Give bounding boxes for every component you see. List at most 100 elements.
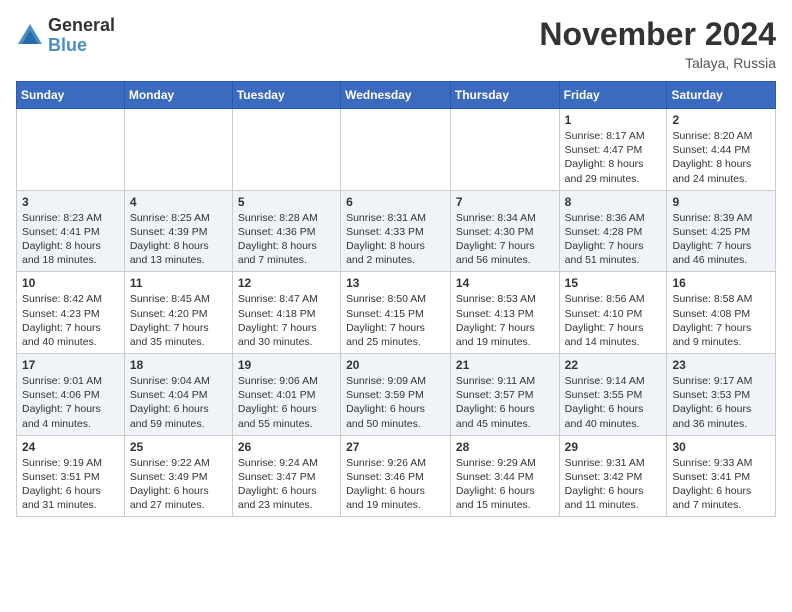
calendar-cell: 10 Sunrise: 8:42 AMSunset: 4:23 PMDayligh… bbox=[17, 272, 125, 354]
calendar-cell bbox=[124, 109, 232, 191]
calendar-cell: 22 Sunrise: 9:14 AMSunset: 3:55 PMDayligh… bbox=[559, 354, 667, 436]
calendar-row: 17 Sunrise: 9:01 AMSunset: 4:06 PMDayligh… bbox=[17, 354, 776, 436]
day-number: 27 bbox=[346, 440, 445, 454]
title-area: November 2024 Talaya, Russia bbox=[539, 16, 776, 71]
calendar-cell: 15Sunrise: 8:56 AMSunset: 4:10 PMDayligh… bbox=[559, 272, 667, 354]
day-number: 9 bbox=[672, 195, 770, 209]
day-info: Sunrise: 8:53 AMSunset: 4:13 PMDaylight:… bbox=[456, 292, 554, 349]
day-info: Sunrise: 9:33 AMSunset: 3:41 PMDaylight:… bbox=[672, 456, 770, 513]
calendar-cell: 5 Sunrise: 8:28 AMSunset: 4:36 PMDaylight… bbox=[232, 190, 340, 272]
day-info: Sunrise: 9:26 AMSunset: 3:46 PMDaylight:… bbox=[346, 456, 445, 513]
day-number: 18 bbox=[130, 358, 227, 372]
calendar-cell: 26 Sunrise: 9:24 AMSunset: 3:47 PMDayligh… bbox=[232, 435, 340, 517]
calendar-row: 24 Sunrise: 9:19 AMSunset: 3:51 PMDayligh… bbox=[17, 435, 776, 517]
calendar-cell bbox=[232, 109, 340, 191]
calendar-cell: 9 Sunrise: 8:39 AMSunset: 4:25 PMDaylight… bbox=[667, 190, 776, 272]
calendar-cell: 28Sunrise: 9:29 AMSunset: 3:44 PMDayligh… bbox=[450, 435, 559, 517]
day-number: 7 bbox=[456, 195, 554, 209]
day-number: 26 bbox=[238, 440, 335, 454]
calendar-cell: 7Sunrise: 8:34 AMSunset: 4:30 PMDaylight… bbox=[450, 190, 559, 272]
day-number: 24 bbox=[22, 440, 119, 454]
day-info: Sunrise: 8:17 AMSunset: 4:47 PMDaylight:… bbox=[565, 129, 662, 186]
day-info: Sunrise: 9:19 AMSunset: 3:51 PMDaylight:… bbox=[22, 456, 119, 513]
calendar-cell: 14 Sunrise: 8:53 AMSunset: 4:13 PMDayligh… bbox=[450, 272, 559, 354]
day-number: 1 bbox=[565, 113, 662, 127]
day-info: Sunrise: 8:25 AMSunset: 4:39 PMDaylight:… bbox=[130, 211, 227, 268]
calendar-cell: 29Sunrise: 9:31 AMSunset: 3:42 PMDayligh… bbox=[559, 435, 667, 517]
day-info: Sunrise: 8:45 AMSunset: 4:20 PMDaylight:… bbox=[130, 292, 227, 349]
day-info: Sunrise: 8:47 AMSunset: 4:18 PMDaylight:… bbox=[238, 292, 335, 349]
calendar-cell: 17 Sunrise: 9:01 AMSunset: 4:06 PMDayligh… bbox=[17, 354, 125, 436]
day-number: 22 bbox=[565, 358, 662, 372]
day-number: 30 bbox=[672, 440, 770, 454]
day-number: 17 bbox=[22, 358, 119, 372]
calendar-row: 3 Sunrise: 8:23 AMSunset: 4:41 PMDaylight… bbox=[17, 190, 776, 272]
calendar-cell: 13 Sunrise: 8:50 AMSunset: 4:15 PMDayligh… bbox=[341, 272, 451, 354]
calendar-cell: 16 Sunrise: 8:58 AMSunset: 4:08 PMDayligh… bbox=[667, 272, 776, 354]
day-info: Sunrise: 9:01 AMSunset: 4:06 PMDaylight:… bbox=[22, 374, 119, 431]
calendar-cell: 8Sunrise: 8:36 AMSunset: 4:28 PMDaylight… bbox=[559, 190, 667, 272]
day-number: 10 bbox=[22, 276, 119, 290]
day-number: 15 bbox=[565, 276, 662, 290]
logo-icon bbox=[16, 22, 44, 50]
day-info: Sunrise: 8:50 AMSunset: 4:15 PMDaylight:… bbox=[346, 292, 445, 349]
day-info: Sunrise: 9:31 AMSunset: 3:42 PMDaylight:… bbox=[565, 456, 662, 513]
calendar-cell: 19 Sunrise: 9:06 AMSunset: 4:01 PMDayligh… bbox=[232, 354, 340, 436]
calendar-row: 1 Sunrise: 8:17 AMSunset: 4:47 PMDaylight… bbox=[17, 109, 776, 191]
day-number: 2 bbox=[672, 113, 770, 127]
day-number: 13 bbox=[346, 276, 445, 290]
calendar-row: 10 Sunrise: 8:42 AMSunset: 4:23 PMDayligh… bbox=[17, 272, 776, 354]
month-title: November 2024 bbox=[539, 16, 776, 53]
day-number: 3 bbox=[22, 195, 119, 209]
day-number: 28 bbox=[456, 440, 554, 454]
header-friday: Friday bbox=[559, 82, 667, 109]
calendar-cell bbox=[450, 109, 559, 191]
day-number: 11 bbox=[130, 276, 227, 290]
day-info: Sunrise: 8:58 AMSunset: 4:08 PMDaylight:… bbox=[672, 292, 770, 349]
calendar-cell: 24 Sunrise: 9:19 AMSunset: 3:51 PMDayligh… bbox=[17, 435, 125, 517]
day-info: Sunrise: 9:24 AMSunset: 3:47 PMDaylight:… bbox=[238, 456, 335, 513]
day-info: Sunrise: 8:28 AMSunset: 4:36 PMDaylight:… bbox=[238, 211, 335, 268]
day-info: Sunrise: 9:17 AMSunset: 3:53 PMDaylight:… bbox=[672, 374, 770, 431]
day-info: Sunrise: 8:23 AMSunset: 4:41 PMDaylight:… bbox=[22, 211, 119, 268]
day-number: 16 bbox=[672, 276, 770, 290]
header-thursday: Thursday bbox=[450, 82, 559, 109]
header-tuesday: Tuesday bbox=[232, 82, 340, 109]
day-number: 5 bbox=[238, 195, 335, 209]
day-info: Sunrise: 8:20 AMSunset: 4:44 PMDaylight:… bbox=[672, 129, 770, 186]
calendar-cell bbox=[341, 109, 451, 191]
calendar-cell: 11 Sunrise: 8:45 AMSunset: 4:20 PMDayligh… bbox=[124, 272, 232, 354]
calendar-cell bbox=[17, 109, 125, 191]
header: General Blue November 2024 Talaya, Russi… bbox=[16, 16, 776, 71]
logo-blue-label: Blue bbox=[48, 36, 115, 56]
logo-general-label: General bbox=[48, 16, 115, 36]
calendar-cell: 30 Sunrise: 9:33 AMSunset: 3:41 PMDayligh… bbox=[667, 435, 776, 517]
calendar-cell: 21Sunrise: 9:11 AMSunset: 3:57 PMDayligh… bbox=[450, 354, 559, 436]
day-number: 19 bbox=[238, 358, 335, 372]
calendar-table: Sunday Monday Tuesday Wednesday Thursday… bbox=[16, 81, 776, 517]
day-number: 6 bbox=[346, 195, 445, 209]
day-info: Sunrise: 9:14 AMSunset: 3:55 PMDaylight:… bbox=[565, 374, 662, 431]
day-number: 14 bbox=[456, 276, 554, 290]
day-number: 8 bbox=[565, 195, 662, 209]
calendar-cell: 4 Sunrise: 8:25 AMSunset: 4:39 PMDaylight… bbox=[124, 190, 232, 272]
calendar-cell: 20Sunrise: 9:09 AMSunset: 3:59 PMDayligh… bbox=[341, 354, 451, 436]
calendar-cell: 2 Sunrise: 8:20 AMSunset: 4:44 PMDaylight… bbox=[667, 109, 776, 191]
day-info: Sunrise: 9:06 AMSunset: 4:01 PMDaylight:… bbox=[238, 374, 335, 431]
day-number: 20 bbox=[346, 358, 445, 372]
page: General Blue November 2024 Talaya, Russi… bbox=[0, 0, 792, 612]
day-info: Sunrise: 8:42 AMSunset: 4:23 PMDaylight:… bbox=[22, 292, 119, 349]
calendar-cell: 1 Sunrise: 8:17 AMSunset: 4:47 PMDaylight… bbox=[559, 109, 667, 191]
day-info: Sunrise: 9:04 AMSunset: 4:04 PMDaylight:… bbox=[130, 374, 227, 431]
calendar-header-row: Sunday Monday Tuesday Wednesday Thursday… bbox=[17, 82, 776, 109]
calendar-cell: 18 Sunrise: 9:04 AMSunset: 4:04 PMDayligh… bbox=[124, 354, 232, 436]
calendar-cell: 25Sunrise: 9:22 AMSunset: 3:49 PMDayligh… bbox=[124, 435, 232, 517]
header-sunday: Sunday bbox=[17, 82, 125, 109]
location: Talaya, Russia bbox=[539, 55, 776, 71]
header-wednesday: Wednesday bbox=[341, 82, 451, 109]
day-number: 12 bbox=[238, 276, 335, 290]
day-number: 4 bbox=[130, 195, 227, 209]
day-info: Sunrise: 8:39 AMSunset: 4:25 PMDaylight:… bbox=[672, 211, 770, 268]
calendar-cell: 3 Sunrise: 8:23 AMSunset: 4:41 PMDaylight… bbox=[17, 190, 125, 272]
calendar-cell: 23Sunrise: 9:17 AMSunset: 3:53 PMDayligh… bbox=[667, 354, 776, 436]
